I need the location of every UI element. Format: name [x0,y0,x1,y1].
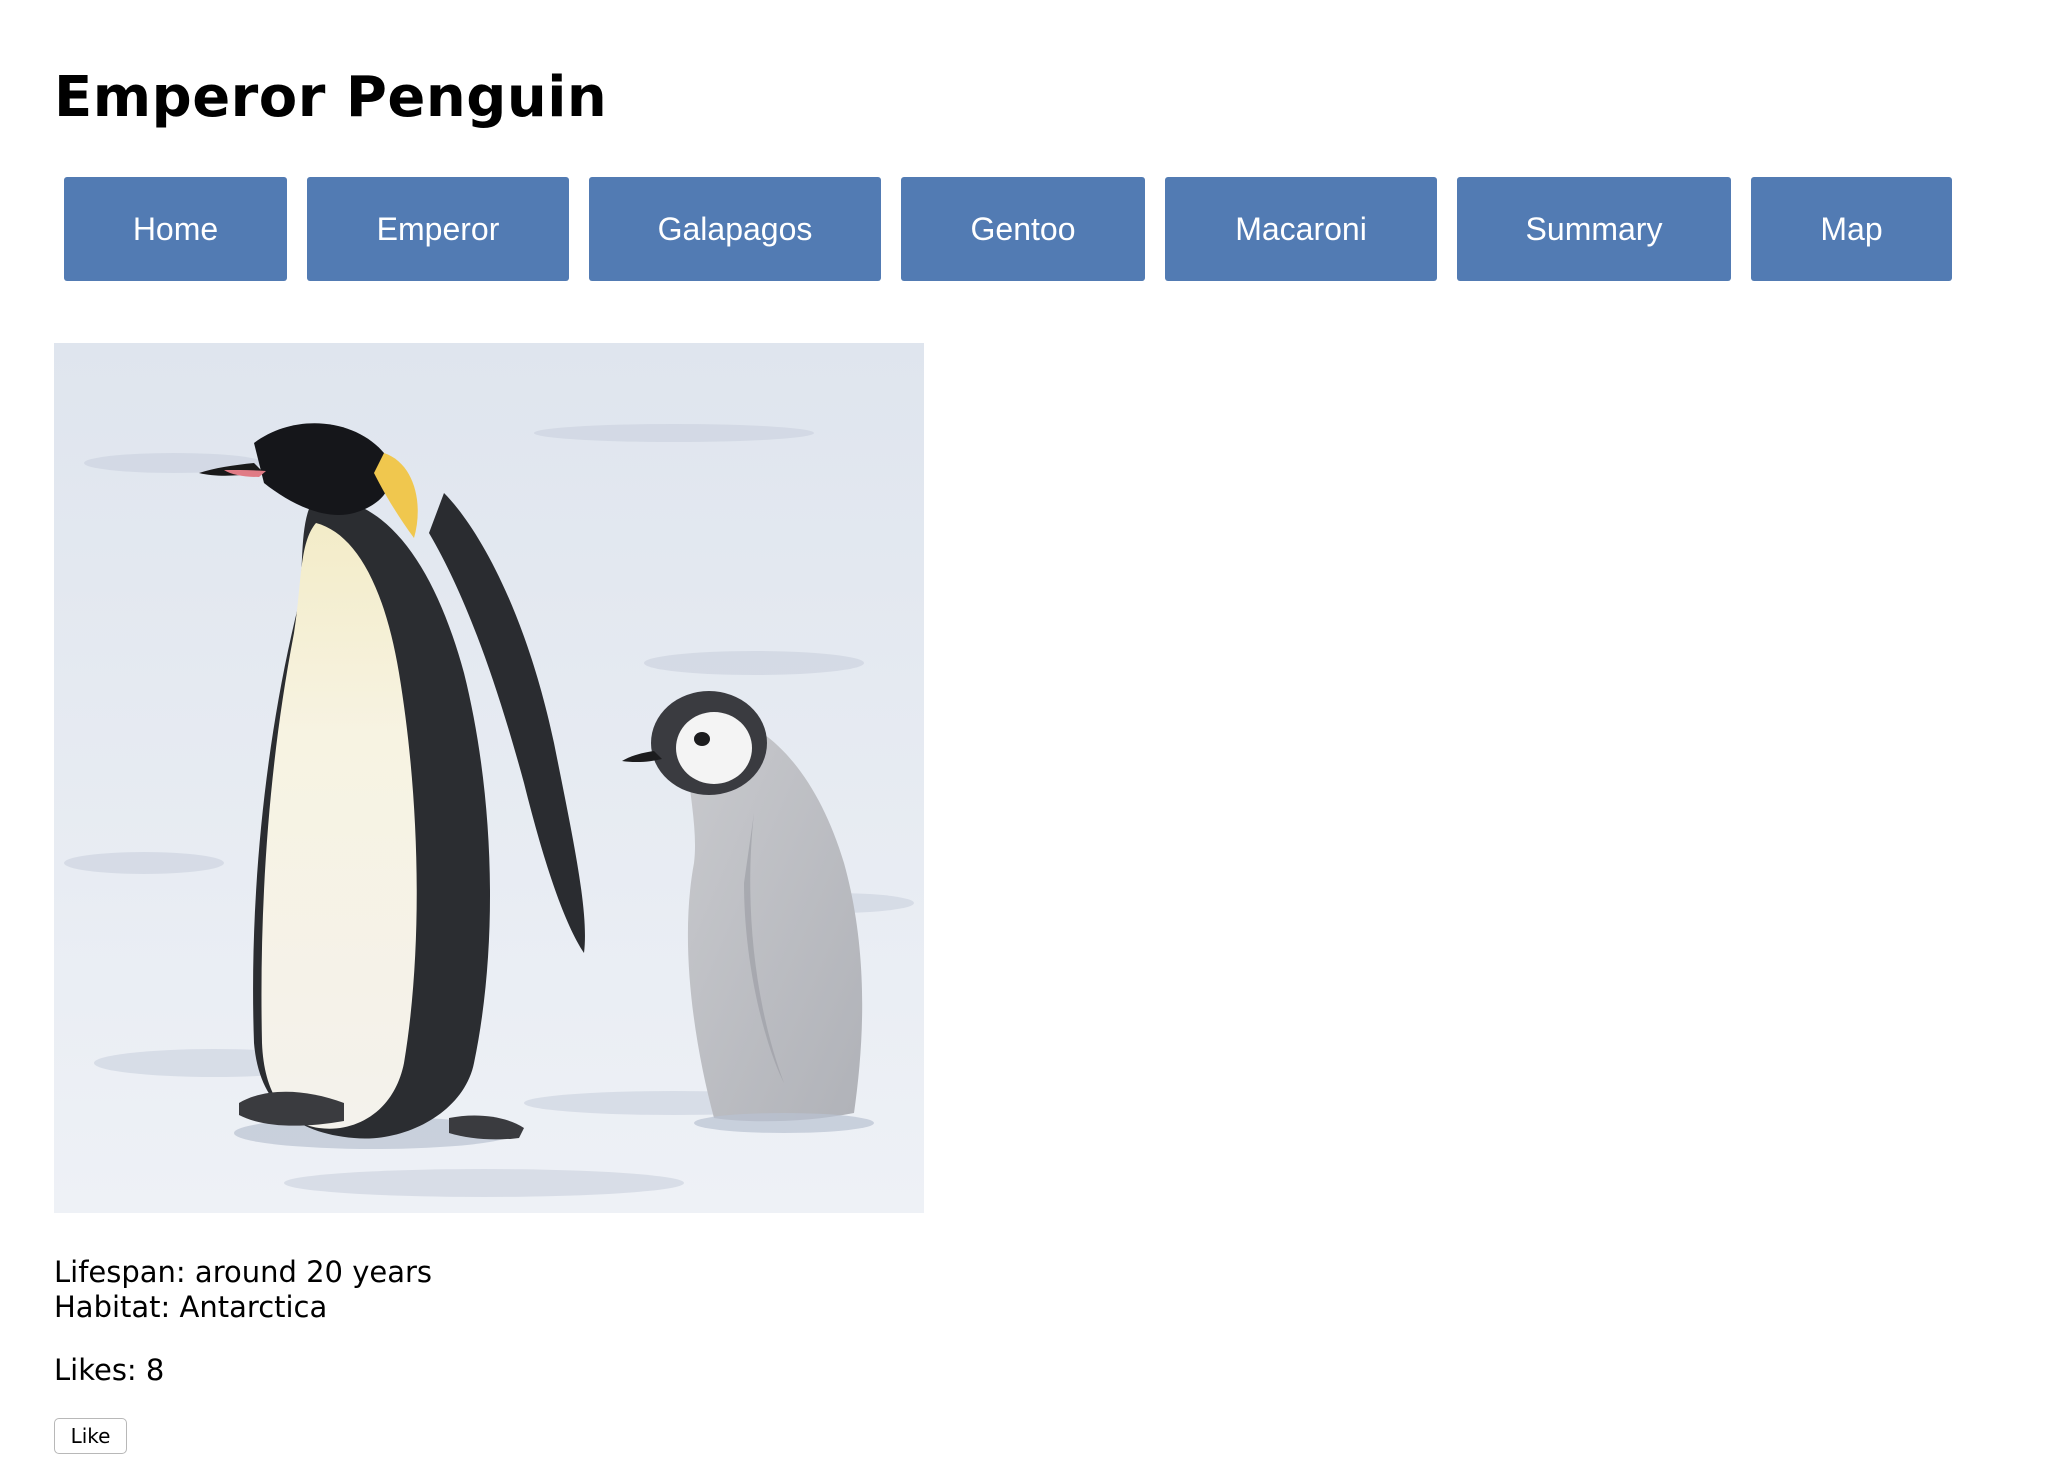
habitat-text: Habitat: Antarctica [54,1290,328,1324]
nav-map-button[interactable]: Map [1751,177,1952,281]
like-button[interactable]: Like [54,1418,127,1454]
nav-galapagos-button[interactable]: Galapagos [589,177,881,281]
page-title: Emperor Penguin [54,65,608,130]
penguin-details: Lifespan: around 20 years Habitat: Antar… [54,1255,432,1325]
penguin-photo [54,343,924,1213]
nav-gentoo-button[interactable]: Gentoo [901,177,1145,281]
nav-home-button[interactable]: Home [64,177,287,281]
nav-emperor-button[interactable]: Emperor [307,177,569,281]
likes-count: Likes: 8 [54,1353,165,1387]
penguin-photo-illustration [54,343,924,1213]
lifespan-text: Lifespan: around 20 years [54,1255,433,1289]
nav-macaroni-button[interactable]: Macaroni [1165,177,1437,281]
page: Emperor Penguin Home Emperor Galapagos G… [0,0,2068,1478]
nav-bar: Home Emperor Galapagos Gentoo Macaroni S… [64,177,1952,281]
nav-summary-button[interactable]: Summary [1457,177,1731,281]
